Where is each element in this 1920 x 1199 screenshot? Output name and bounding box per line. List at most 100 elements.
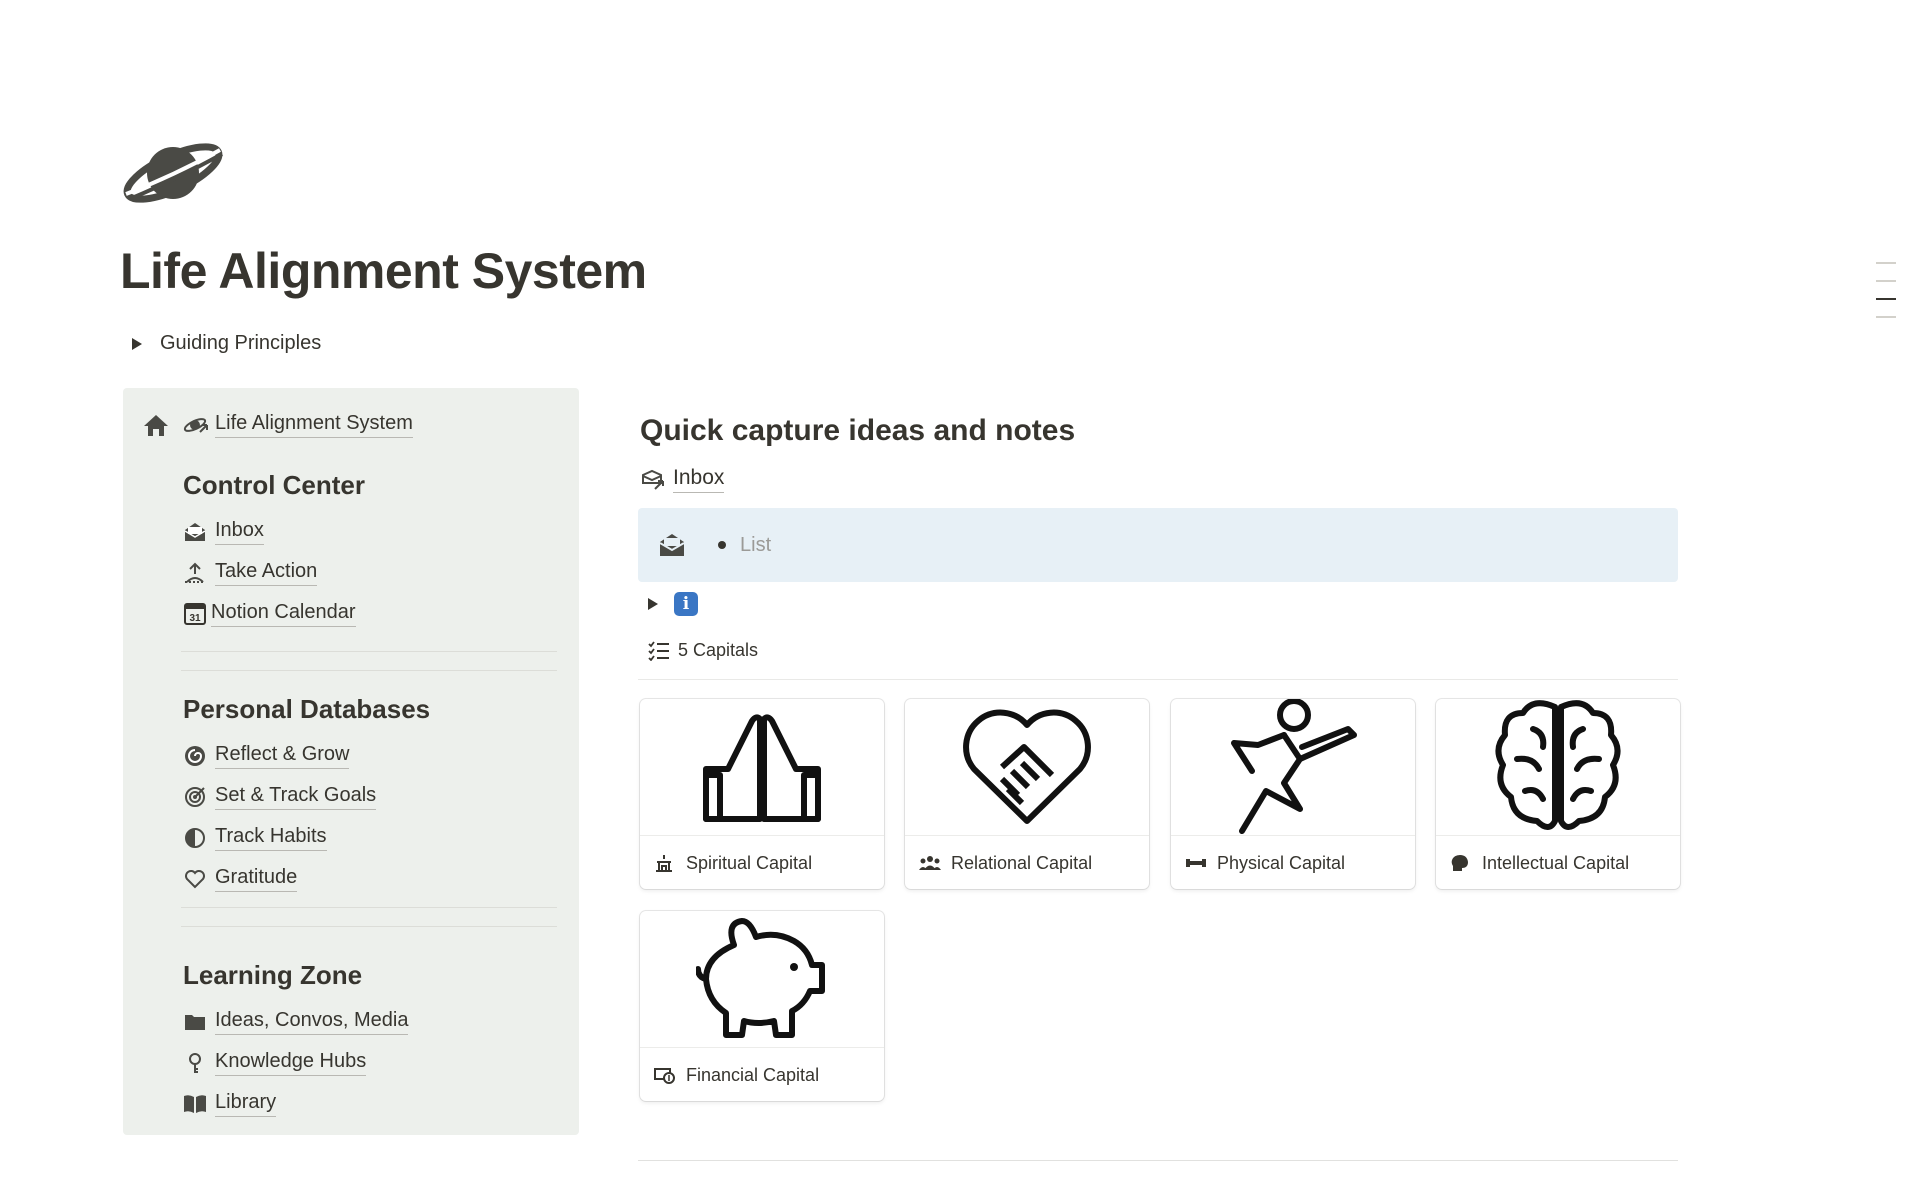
card-spiritual-capital[interactable]: Spiritual Capital <box>640 699 884 889</box>
nav-item-label: Notion Calendar <box>211 601 356 627</box>
control-center-section: Control Center Inbox Take Action 31 Noti… <box>183 470 365 634</box>
navigation-callout: Life Alignment System Control Center Inb… <box>123 388 579 1135</box>
inbox-page-link[interactable]: Inbox <box>641 466 725 493</box>
divider <box>638 679 1678 680</box>
card-physical-capital[interactable]: Physical Capital <box>1171 699 1415 889</box>
home-icon <box>144 415 168 436</box>
money-icon <box>654 1065 676 1085</box>
half-circle-icon <box>183 826 207 850</box>
nav-item-library[interactable]: Library <box>183 1083 408 1124</box>
card-label: Physical Capital <box>1217 852 1346 873</box>
card-label: Spiritual Capital <box>686 852 813 873</box>
guiding-principles-toggle[interactable]: Guiding Principles <box>132 332 321 355</box>
book-icon <box>183 1092 207 1116</box>
divider <box>181 926 557 927</box>
toc-line[interactable] <box>1876 262 1896 264</box>
toc-line[interactable] <box>1876 280 1896 282</box>
key-icon <box>183 1051 207 1075</box>
piggy-bank-icon <box>696 918 825 1038</box>
card-relational-capital[interactable]: Relational Capital <box>905 699 1149 889</box>
nav-item-ideas-convos-media[interactable]: Ideas, Convos, Media <box>183 1001 409 1042</box>
table-of-contents-indicator[interactable] <box>1876 262 1896 334</box>
nav-item-notion-calendar[interactable]: 31 Notion Calendar <box>183 593 365 634</box>
divider <box>181 651 557 652</box>
card-label: Relational Capital <box>951 852 1093 873</box>
info-toggle[interactable]: i <box>648 592 698 616</box>
card-caption: Spiritual Capital <box>640 836 884 889</box>
target-icon <box>183 785 207 809</box>
nav-item-label: Reflect & Grow <box>215 743 350 769</box>
card-intellectual-capital[interactable]: Intellectual Capital <box>1436 699 1680 889</box>
nav-item-label: Take Action <box>215 560 318 586</box>
head-icon <box>1450 853 1472 873</box>
temple-icon <box>654 853 676 873</box>
nav-item-label: Inbox <box>215 519 264 545</box>
svg-text:31: 31 <box>189 613 201 624</box>
section-heading: Learning Zone <box>183 960 363 990</box>
nav-item-inbox[interactable]: Inbox <box>183 511 365 552</box>
nav-item-label: Knowledge Hubs <box>215 1050 367 1076</box>
card-caption: Physical Capital <box>1171 836 1415 889</box>
toggle-label: Guiding Principles <box>160 332 322 354</box>
card-label: Financial Capital <box>686 1064 820 1085</box>
nav-item-track-habits[interactable]: Track Habits <box>183 817 430 858</box>
praying-hands-icon <box>703 714 821 822</box>
card-financial-capital[interactable]: Financial Capital <box>640 911 884 1101</box>
inbox-arrow-icon <box>642 469 664 490</box>
nav-item-label: Library <box>215 1091 277 1117</box>
nav-item-label: Ideas, Convos, Media <box>215 1009 409 1035</box>
card-caption: Intellectual Capital <box>1436 836 1680 889</box>
divider <box>638 1160 1678 1161</box>
card-image <box>905 699 1149 836</box>
card-image <box>640 911 884 1048</box>
person-arrow-up-icon <box>183 561 207 585</box>
nav-item-label: Set & Track Goals <box>215 784 377 810</box>
section-heading: Control Center <box>183 470 365 500</box>
folder-icon <box>183 1010 207 1034</box>
toc-line[interactable] <box>1876 298 1896 300</box>
card-label: Intellectual Capital <box>1482 852 1630 873</box>
card-image <box>1436 699 1680 836</box>
toggle-triangle-icon <box>132 337 142 350</box>
divider <box>181 670 557 671</box>
group-icon <box>919 853 941 873</box>
list-placeholder[interactable]: List <box>740 534 771 557</box>
nav-item-knowledge-hubs[interactable]: Knowledge Hubs <box>183 1042 408 1083</box>
toggle-triangle-icon <box>648 598 658 610</box>
brain-icon <box>1495 700 1621 830</box>
envelope-open-icon <box>183 520 207 544</box>
nav-item-label: Track Habits <box>215 825 327 851</box>
toc-line[interactable] <box>1876 316 1896 318</box>
inbox-list-view[interactable]: List <box>638 508 1678 582</box>
heart-icon <box>183 867 207 891</box>
nav-item-take-action[interactable]: Take Action <box>183 552 365 593</box>
quick-capture-heading: Quick capture ideas and notes <box>640 414 1076 447</box>
card-caption: Relational Capital <box>905 836 1149 889</box>
calendar-icon: 31 <box>183 602 207 626</box>
nav-item-label: Gratitude <box>215 866 298 892</box>
martial-arts-kick-icon <box>1231 699 1357 834</box>
nav-item-reflect-grow[interactable]: Reflect & Grow <box>183 735 430 776</box>
card-caption: Financial Capital <box>640 1048 884 1101</box>
nav-item-gratitude[interactable]: Gratitude <box>183 858 430 899</box>
spiral-icon <box>183 744 207 768</box>
section-heading: Personal Databases <box>183 694 431 724</box>
nav-item-set-track-goals[interactable]: Set & Track Goals <box>183 776 430 817</box>
personal-databases-section: Personal Databases Reflect & Grow Set & … <box>183 694 430 899</box>
database-title-label: 5 Capitals <box>678 640 759 660</box>
envelope-open-icon <box>659 534 685 556</box>
heart-handshake-icon <box>963 709 1091 824</box>
root-page-link[interactable]: Life Alignment System <box>215 412 413 438</box>
card-image <box>1171 699 1415 836</box>
information-icon: i <box>674 592 698 616</box>
planet-link-icon <box>183 418 208 433</box>
breadcrumb: Life Alignment System <box>143 412 413 438</box>
page-title: Life Alignment System <box>120 243 647 299</box>
database-title[interactable]: 5 Capitals <box>648 640 758 661</box>
divider <box>181 907 557 908</box>
card-image <box>640 699 884 836</box>
learning-zone-section: Learning Zone Ideas, Convos, Media Knowl… <box>183 960 409 1124</box>
dumbbell-icon <box>1185 853 1207 873</box>
checklist-icon <box>648 640 669 661</box>
planet-icon <box>123 143 223 203</box>
